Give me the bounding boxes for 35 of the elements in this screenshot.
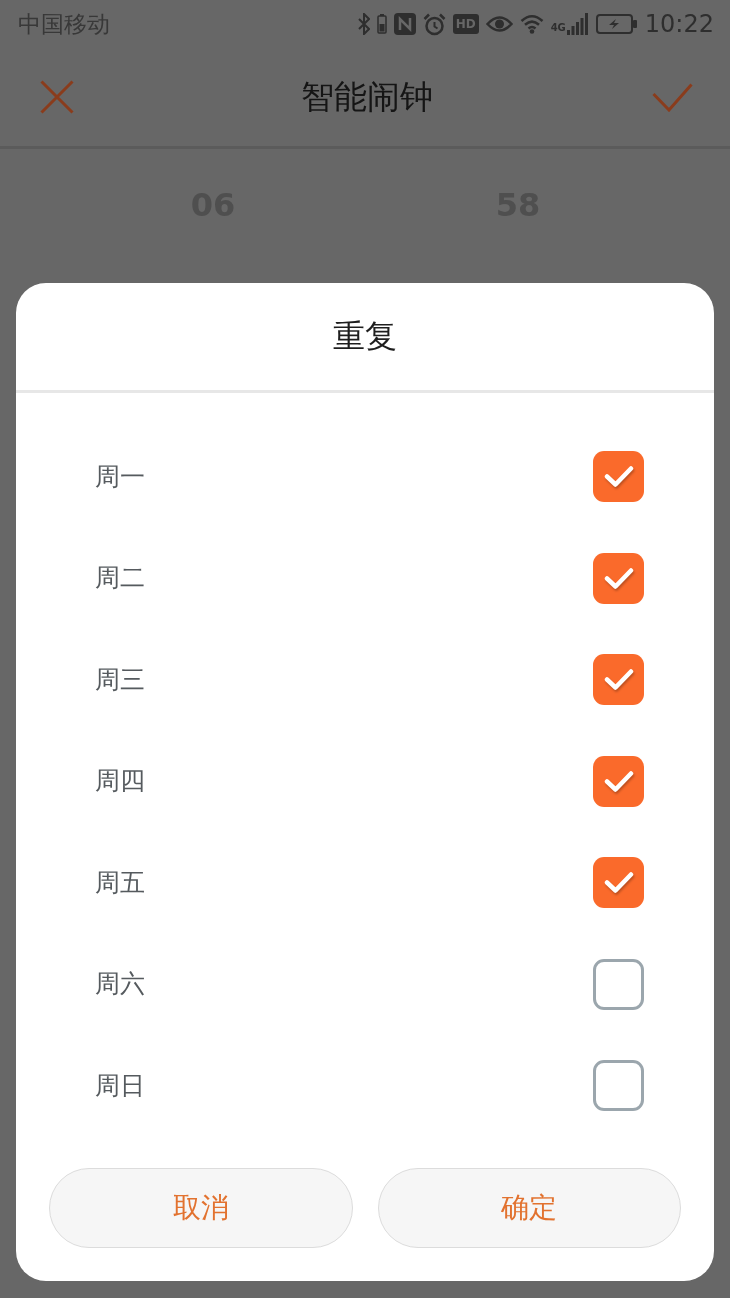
checkmark-icon	[603, 769, 634, 793]
checkmark-icon	[603, 668, 634, 692]
check-icon[interactable]	[652, 82, 693, 112]
battery-charging-icon	[595, 14, 637, 34]
hd-badge: HD	[452, 14, 479, 34]
checkbox[interactable]	[593, 552, 644, 604]
alarm-clock-icon	[422, 12, 446, 36]
wifi-icon	[519, 14, 544, 34]
eye-icon	[485, 15, 513, 33]
checkmark-icon	[603, 871, 634, 895]
nfc-icon	[393, 13, 416, 35]
day-label: 周二	[95, 563, 145, 594]
clock-time: 10:22	[644, 12, 714, 36]
day-label: 周六	[95, 969, 145, 1000]
dialog-button[interactable]: 取消	[49, 1168, 353, 1248]
signal-icon	[566, 13, 589, 35]
day-label: 周三	[95, 664, 145, 695]
checkbox[interactable]	[593, 958, 644, 1010]
checkbox[interactable]	[593, 451, 644, 503]
bluetooth-icon	[357, 13, 370, 35]
dialog-button[interactable]: 确定	[377, 1168, 681, 1248]
battery-level-icon	[376, 14, 387, 34]
dialog-title: 重复	[333, 317, 397, 356]
day-label: 周五	[95, 867, 145, 898]
checkbox[interactable]	[593, 755, 644, 807]
page-title: 智能闹钟	[300, 77, 433, 117]
checkbox[interactable]	[593, 857, 644, 909]
day-label: 周一	[95, 461, 145, 492]
network-type-label: 4G	[550, 22, 566, 33]
checkbox[interactable]	[593, 654, 644, 706]
checkmark-icon	[603, 465, 634, 489]
day-label: 周四	[95, 766, 145, 797]
checkbox[interactable]	[593, 1060, 644, 1112]
day-label: 周日	[95, 1070, 145, 1101]
checkmark-icon	[603, 566, 634, 590]
